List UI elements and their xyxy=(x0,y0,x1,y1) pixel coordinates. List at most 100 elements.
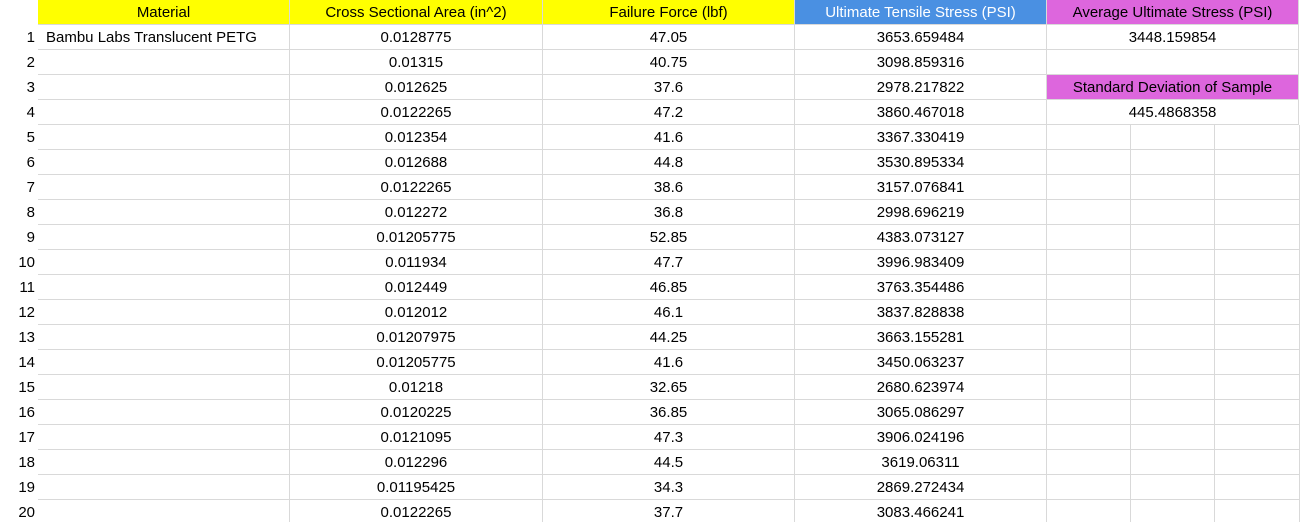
empty-cell[interactable] xyxy=(1047,175,1131,200)
cell-cross-sectional-area[interactable]: 0.01195425 xyxy=(290,475,543,500)
cell-cross-sectional-area[interactable]: 0.0122265 xyxy=(290,175,543,200)
empty-cell[interactable] xyxy=(1215,300,1300,325)
cell-material[interactable] xyxy=(38,150,290,175)
empty-cell[interactable] xyxy=(1047,425,1131,450)
row-number-header[interactable] xyxy=(0,0,38,25)
row-number[interactable]: 15 xyxy=(0,375,38,400)
row-number[interactable]: 11 xyxy=(0,275,38,300)
cell-ultimate-tensile-stress[interactable]: 3663.155281 xyxy=(795,325,1047,350)
row-number[interactable]: 9 xyxy=(0,225,38,250)
cell-material[interactable] xyxy=(38,50,290,75)
empty-cell[interactable] xyxy=(1215,350,1300,375)
cell-failure-force[interactable]: 44.8 xyxy=(543,150,795,175)
cell-failure-force[interactable]: 41.6 xyxy=(543,350,795,375)
cell-material[interactable] xyxy=(38,375,290,400)
row-number[interactable]: 12 xyxy=(0,300,38,325)
header-average-ultimate-stress[interactable]: Average Ultimate Stress (PSI) xyxy=(1047,0,1299,25)
empty-cell[interactable] xyxy=(1047,475,1131,500)
empty-cell[interactable] xyxy=(1047,200,1131,225)
cell-cross-sectional-area[interactable]: 0.01218 xyxy=(290,375,543,400)
row-number[interactable]: 4 xyxy=(0,100,38,125)
header-failure-force[interactable]: Failure Force (lbf) xyxy=(543,0,795,25)
empty-cell[interactable] xyxy=(1215,275,1300,300)
cell-ultimate-tensile-stress[interactable]: 3083.466241 xyxy=(795,500,1047,522)
cell-failure-force[interactable]: 46.85 xyxy=(543,275,795,300)
cell-ultimate-tensile-stress[interactable]: 2998.696219 xyxy=(795,200,1047,225)
cell-cross-sectional-area[interactable]: 0.0120225 xyxy=(290,400,543,425)
header-ultimate-tensile-stress[interactable]: Ultimate Tensile Stress (PSI) xyxy=(795,0,1047,25)
empty-cell[interactable] xyxy=(1131,475,1215,500)
cell-material[interactable] xyxy=(38,100,290,125)
cell-ultimate-tensile-stress[interactable]: 2869.272434 xyxy=(795,475,1047,500)
row-number[interactable]: 19 xyxy=(0,475,38,500)
cell-material[interactable] xyxy=(38,450,290,475)
row-number[interactable]: 5 xyxy=(0,125,38,150)
cell-failure-force[interactable]: 44.25 xyxy=(543,325,795,350)
cell-failure-force[interactable]: 47.05 xyxy=(543,25,795,50)
cell-failure-force[interactable]: 37.7 xyxy=(543,500,795,522)
row-number[interactable]: 1 xyxy=(0,25,38,50)
empty-cell[interactable] xyxy=(1131,200,1215,225)
empty-cell[interactable] xyxy=(1047,500,1131,522)
cell-cross-sectional-area[interactable]: 0.012625 xyxy=(290,75,543,100)
cell-material[interactable] xyxy=(38,175,290,200)
row-number[interactable]: 7 xyxy=(0,175,38,200)
empty-cell[interactable] xyxy=(1131,125,1215,150)
cell-material[interactable] xyxy=(38,250,290,275)
row-number[interactable]: 13 xyxy=(0,325,38,350)
cell-cross-sectional-area[interactable]: 0.012272 xyxy=(290,200,543,225)
empty-cell[interactable] xyxy=(1131,450,1215,475)
empty-cell[interactable] xyxy=(1047,50,1299,75)
cell-failure-force[interactable]: 34.3 xyxy=(543,475,795,500)
cell-cross-sectional-area[interactable]: 0.0122265 xyxy=(290,100,543,125)
cell-ultimate-tensile-stress[interactable]: 3837.828838 xyxy=(795,300,1047,325)
cell-cross-sectional-area[interactable]: 0.0128775 xyxy=(290,25,543,50)
cell-cross-sectional-area[interactable]: 0.01207975 xyxy=(290,325,543,350)
empty-cell[interactable] xyxy=(1215,450,1300,475)
empty-cell[interactable] xyxy=(1047,275,1131,300)
cell-material[interactable] xyxy=(38,75,290,100)
cell-failure-force[interactable]: 47.3 xyxy=(543,425,795,450)
row-number[interactable]: 16 xyxy=(0,400,38,425)
cell-failure-force[interactable]: 46.1 xyxy=(543,300,795,325)
cell-material[interactable] xyxy=(38,500,290,522)
cell-cross-sectional-area[interactable]: 0.011934 xyxy=(290,250,543,275)
empty-cell[interactable] xyxy=(1215,500,1300,522)
cell-cross-sectional-area[interactable]: 0.012449 xyxy=(290,275,543,300)
cell-ultimate-tensile-stress[interactable]: 3763.354486 xyxy=(795,275,1047,300)
empty-cell[interactable] xyxy=(1047,125,1131,150)
empty-cell[interactable] xyxy=(1215,325,1300,350)
row-number[interactable]: 8 xyxy=(0,200,38,225)
cell-failure-force[interactable]: 47.2 xyxy=(543,100,795,125)
row-number[interactable]: 14 xyxy=(0,350,38,375)
standard-deviation-label[interactable]: Standard Deviation of Sample xyxy=(1047,75,1299,100)
empty-cell[interactable] xyxy=(1131,300,1215,325)
cell-material[interactable] xyxy=(38,125,290,150)
cell-cross-sectional-area[interactable]: 0.01315 xyxy=(290,50,543,75)
cell-failure-force[interactable]: 52.85 xyxy=(543,225,795,250)
empty-cell[interactable] xyxy=(1131,225,1215,250)
cell-ultimate-tensile-stress[interactable]: 3860.467018 xyxy=(795,100,1047,125)
empty-cell[interactable] xyxy=(1047,400,1131,425)
cell-failure-force[interactable]: 37.6 xyxy=(543,75,795,100)
cell-material[interactable] xyxy=(38,300,290,325)
cell-material[interactable] xyxy=(38,325,290,350)
empty-cell[interactable] xyxy=(1215,125,1300,150)
cell-cross-sectional-area[interactable]: 0.012354 xyxy=(290,125,543,150)
empty-cell[interactable] xyxy=(1047,150,1131,175)
cell-failure-force[interactable]: 41.6 xyxy=(543,125,795,150)
empty-cell[interactable] xyxy=(1215,425,1300,450)
header-cross-sectional-area[interactable]: Cross Sectional Area (in^2) xyxy=(290,0,543,25)
cell-ultimate-tensile-stress[interactable]: 3367.330419 xyxy=(795,125,1047,150)
row-number[interactable]: 17 xyxy=(0,425,38,450)
empty-cell[interactable] xyxy=(1131,175,1215,200)
empty-cell[interactable] xyxy=(1047,225,1131,250)
cell-ultimate-tensile-stress[interactable]: 2680.623974 xyxy=(795,375,1047,400)
empty-cell[interactable] xyxy=(1047,375,1131,400)
cell-ultimate-tensile-stress[interactable]: 3906.024196 xyxy=(795,425,1047,450)
empty-cell[interactable] xyxy=(1215,200,1300,225)
standard-deviation-value[interactable]: 445.4868358 xyxy=(1047,100,1299,125)
cell-ultimate-tensile-stress[interactable]: 3157.076841 xyxy=(795,175,1047,200)
empty-cell[interactable] xyxy=(1047,325,1131,350)
cell-failure-force[interactable]: 40.75 xyxy=(543,50,795,75)
